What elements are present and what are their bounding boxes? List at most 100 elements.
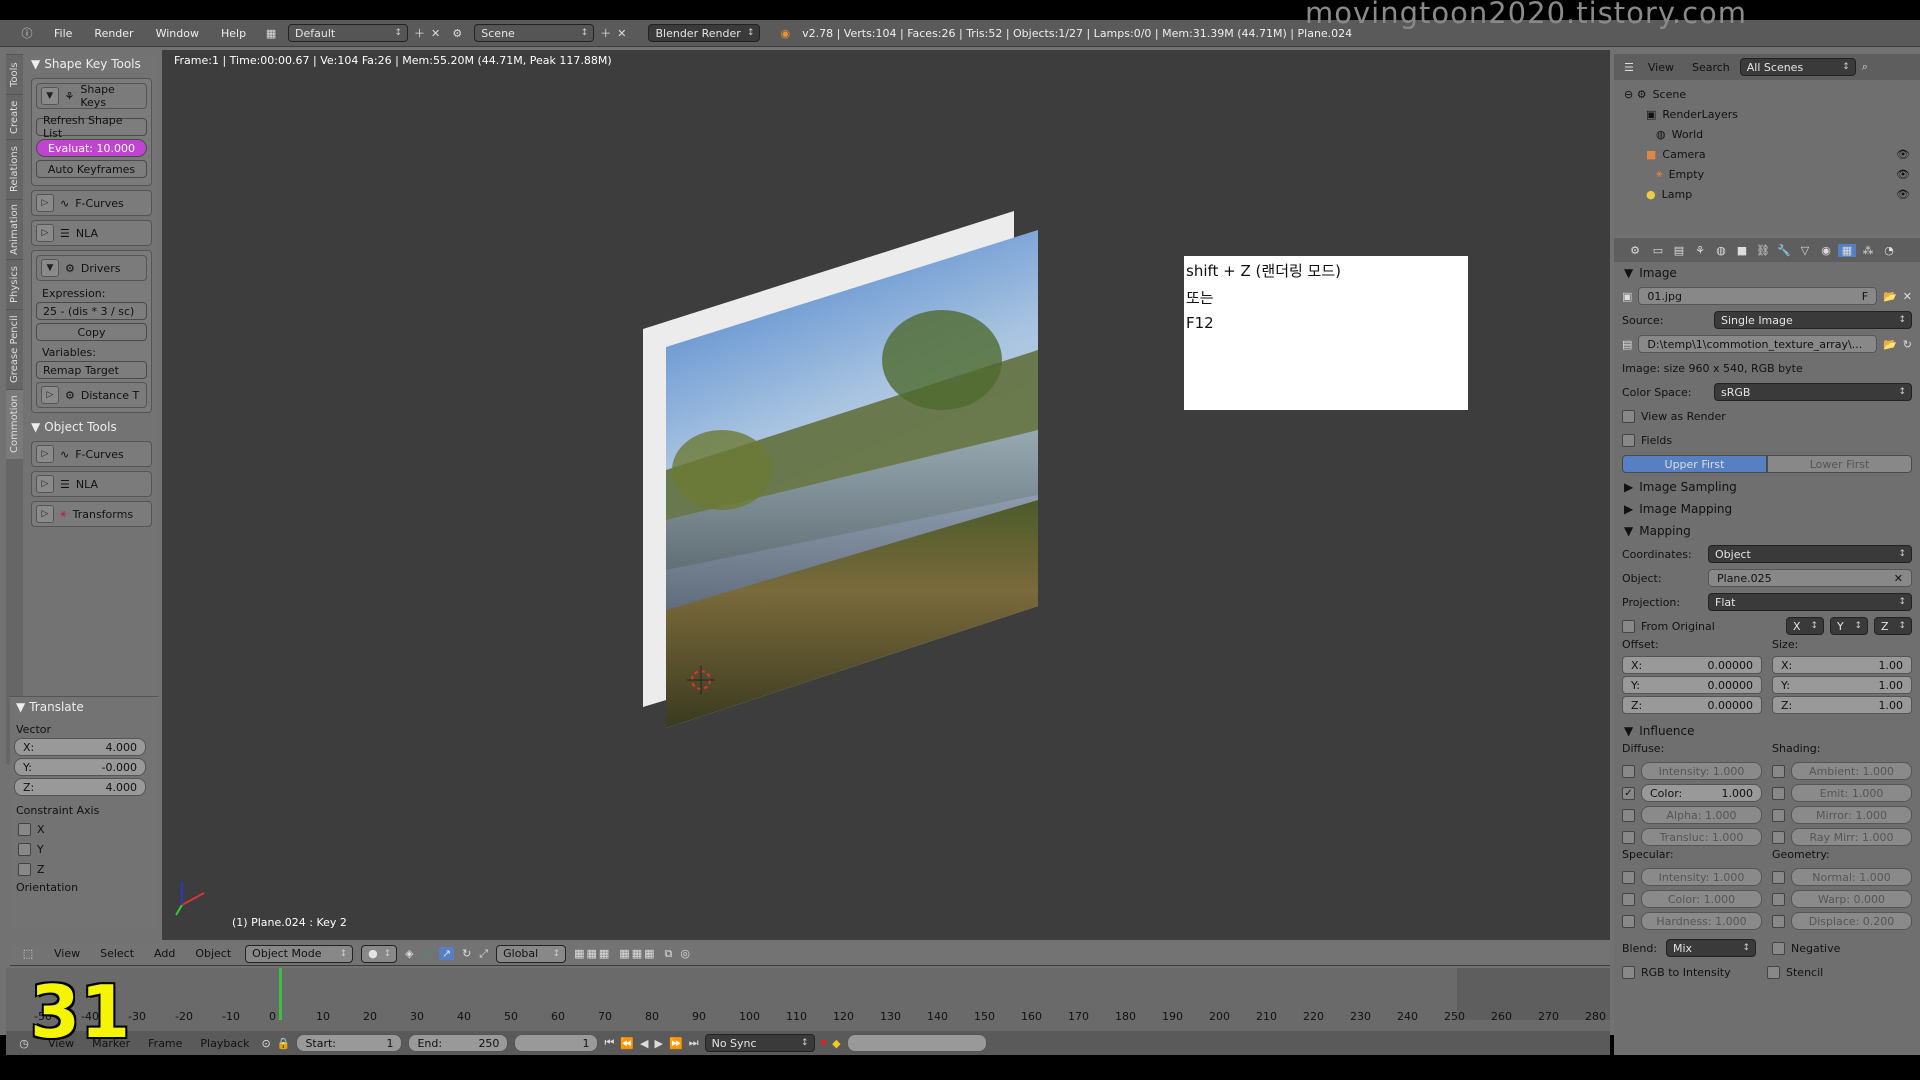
spec-intensity-checkbox[interactable]: [1622, 870, 1635, 884]
lock-icon[interactable]: 🔒: [277, 1037, 291, 1050]
diffuse-color-field[interactable]: Color: 1.000: [1641, 784, 1762, 802]
expand-right-icon[interactable]: ▷: [36, 505, 54, 523]
jump-end-icon[interactable]: ⏭: [689, 1036, 699, 1050]
vp-menu-select[interactable]: Select: [94, 947, 140, 960]
axis-x-select[interactable]: X: [1786, 617, 1824, 635]
outliner-item-lamp[interactable]: ● Lamp 👁: [1624, 184, 1910, 204]
lower-first-button[interactable]: Lower First: [1767, 455, 1912, 473]
obj-nla-row[interactable]: ▷ ☰ NLA: [31, 471, 152, 497]
texture-tab-icon[interactable]: ▦: [1838, 243, 1856, 257]
outliner-item-renderlayers[interactable]: ▣ RenderLayers: [1624, 104, 1910, 124]
world-tab-icon[interactable]: ◍: [1712, 244, 1730, 257]
coordinates-select[interactable]: Object: [1708, 545, 1912, 563]
open-folder-icon[interactable]: 📂: [1883, 290, 1897, 303]
fields-row[interactable]: Fields: [1614, 428, 1920, 452]
sync-select[interactable]: No Sync: [704, 1034, 815, 1052]
add-scene-icon[interactable]: ＋: [600, 25, 611, 41]
render-tab-icon[interactable]: ▭: [1649, 244, 1667, 257]
offset-x-field[interactable]: X: 0.00000: [1622, 656, 1762, 674]
vp-menu-view[interactable]: View: [48, 947, 86, 960]
hardness-field[interactable]: Hardness: 1.000: [1641, 912, 1762, 930]
transforms-row[interactable]: ▷ ⚹ Transforms: [31, 501, 152, 527]
diffuse-intensity-field[interactable]: Intensity: 1.000: [1641, 762, 1762, 780]
menu-render[interactable]: Render: [86, 27, 141, 40]
add-icon[interactable]: ＋: [414, 25, 425, 41]
fcurves-row[interactable]: ▷ ∿ F-Curves: [31, 190, 152, 216]
shape-keys-row[interactable]: ▼ ⚘ Shape Keys: [36, 83, 147, 109]
diffuse-intensity-checkbox[interactable]: [1622, 764, 1635, 778]
alpha-checkbox[interactable]: [1622, 808, 1635, 822]
timeline-editor[interactable]: -50 -40 -30 -20 -10 0 10 20 30 40 50 60 70 80 90 100 110…: [6, 968, 1610, 1032]
vector-z-field[interactable]: Z: 4.000: [14, 778, 146, 796]
expand-right-icon[interactable]: ▷: [41, 386, 59, 404]
browse-folder-icon[interactable]: 📂: [1883, 338, 1897, 351]
rgb-to-intensity-checkbox[interactable]: [1622, 965, 1635, 979]
tab-relations[interactable]: Relations: [6, 139, 23, 199]
negative-checkbox[interactable]: [1772, 941, 1785, 955]
image-name-field[interactable]: 01.jpg F: [1638, 287, 1878, 305]
expand-icon[interactable]: ▼: [41, 259, 59, 277]
unlink-icon[interactable]: ✕: [1903, 290, 1912, 303]
layout-select[interactable]: Default: [288, 24, 409, 42]
mapping-header[interactable]: ▼ Mapping: [1614, 520, 1920, 542]
copy-button[interactable]: Copy: [36, 323, 147, 341]
translate-icon[interactable]: ↗: [438, 947, 455, 960]
editor-type-icon[interactable]: ⬚: [16, 947, 40, 960]
normal-checkbox[interactable]: [1772, 870, 1785, 884]
emit-checkbox[interactable]: [1772, 786, 1785, 800]
reload-icon[interactable]: ↻: [1903, 338, 1912, 351]
image-path-field[interactable]: D:\temp\1\commotion_texture_array\...: [1638, 335, 1878, 353]
size-x-field[interactable]: X: 1.00: [1772, 656, 1912, 674]
orientation-select[interactable]: Global: [496, 944, 567, 963]
image-browse-icon[interactable]: ▣: [1622, 290, 1632, 303]
alpha-field[interactable]: Alpha: 1.000: [1641, 806, 1762, 824]
distance-row[interactable]: ▷ ⚙ Distance T: [36, 382, 147, 408]
spec-intensity-field[interactable]: Intensity: 1.000: [1641, 868, 1762, 886]
spec-color-checkbox[interactable]: [1622, 892, 1635, 906]
stencil-checkbox[interactable]: [1767, 965, 1780, 979]
scale-icon[interactable]: ⤢: [479, 947, 488, 961]
transluc-checkbox[interactable]: [1622, 830, 1635, 844]
start-frame-field[interactable]: Start: 1: [296, 1034, 403, 1052]
visibility-eye-icon[interactable]: 👁: [1896, 168, 1910, 181]
fields-checkbox[interactable]: [1622, 433, 1635, 447]
mirror-checkbox[interactable]: [1772, 808, 1785, 822]
projection-select[interactable]: Flat: [1708, 593, 1912, 611]
scene-icon[interactable]: ⚙: [446, 27, 468, 40]
auto-keyframes-button[interactable]: Auto Keyframes: [36, 160, 147, 178]
layers-tab-icon[interactable]: ▤: [1670, 244, 1688, 257]
hardness-checkbox[interactable]: [1622, 914, 1635, 928]
manipulator-icon[interactable]: ⊹: [422, 947, 431, 960]
tab-animation[interactable]: Animation: [6, 199, 23, 259]
tab-commotion[interactable]: Commotion: [6, 389, 23, 459]
menu-help[interactable]: Help: [213, 27, 254, 40]
physics-tab-icon[interactable]: ◔: [1880, 244, 1898, 257]
jump-start-icon[interactable]: ⏮: [604, 1036, 614, 1050]
image-section-header[interactable]: ▼ Image: [1614, 262, 1920, 284]
constraints-tab-icon[interactable]: ⛓: [1754, 244, 1772, 257]
expand-right-icon[interactable]: ▷: [36, 224, 54, 242]
size-y-field[interactable]: Y: 1.00: [1772, 676, 1912, 694]
view-as-render-row[interactable]: View as Render: [1614, 404, 1920, 428]
displace-checkbox[interactable]: [1772, 914, 1785, 928]
object-tab-icon[interactable]: ■: [1733, 244, 1751, 257]
play-icon[interactable]: ▶: [655, 1037, 663, 1050]
material-tab-icon[interactable]: ◉: [1817, 244, 1835, 257]
image-planes[interactable]: [162, 50, 1610, 940]
tab-grease-pencil[interactable]: Grease Pencil: [6, 309, 23, 389]
vp-menu-add[interactable]: Add: [148, 947, 181, 960]
mirror-field[interactable]: Mirror: 1.000: [1791, 806, 1912, 824]
axis-z-select[interactable]: Z: [1874, 617, 1912, 635]
image-mapping-header[interactable]: ▶ Image Mapping: [1614, 498, 1920, 520]
nla-row[interactable]: ▷ ☰ NLA: [31, 220, 152, 246]
clear-icon[interactable]: ✕: [1894, 572, 1903, 585]
current-frame-field[interactable]: 1: [514, 1034, 599, 1052]
offset-y-field[interactable]: Y: 0.00000: [1622, 676, 1762, 694]
warp-checkbox[interactable]: [1772, 892, 1785, 906]
upper-first-button[interactable]: Upper First: [1622, 455, 1767, 473]
mode-select[interactable]: Object Mode: [245, 944, 354, 963]
shading-select[interactable]: ●: [361, 944, 398, 963]
ambient-field[interactable]: Ambient: 1.000: [1791, 762, 1912, 780]
outliner-menu-view[interactable]: View: [1640, 61, 1682, 74]
expand-right-icon[interactable]: ▷: [36, 445, 54, 463]
